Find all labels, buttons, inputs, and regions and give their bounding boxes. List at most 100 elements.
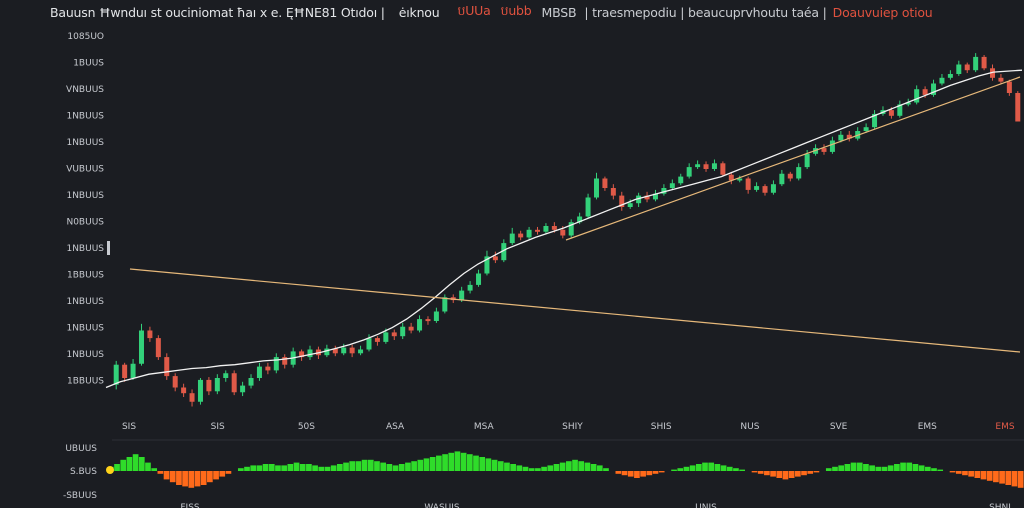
candle-body	[585, 197, 591, 217]
histogram-bar	[590, 464, 597, 471]
time-axis-label: MSA	[474, 422, 495, 432]
histogram-bar	[795, 471, 801, 477]
histogram-bar	[863, 464, 869, 471]
price-axis-label: 1085UO	[67, 32, 104, 42]
histogram-bar	[330, 465, 337, 471]
histogram-bar	[714, 464, 721, 471]
histogram-bar	[114, 464, 120, 471]
histogram-bar	[194, 471, 201, 487]
time-axis-label: ASA	[386, 422, 405, 432]
candle-body	[754, 186, 760, 190]
candle-body	[922, 89, 928, 95]
histogram-bar	[875, 466, 882, 471]
candle-body	[138, 330, 144, 364]
histogram-bar	[473, 455, 479, 471]
histogram-bar	[423, 458, 430, 471]
candle-body	[172, 376, 178, 388]
histogram-bar	[770, 471, 776, 477]
histogram-bar	[962, 471, 968, 476]
histogram-bar	[411, 461, 417, 471]
candle-body	[829, 140, 835, 152]
histogram-bar	[671, 469, 677, 471]
histogram-bar	[268, 464, 275, 471]
candle-body	[181, 387, 187, 394]
candle-body	[189, 393, 195, 402]
header-segment: Doauvuiep otiou	[832, 4, 933, 20]
histogram-bar	[844, 464, 851, 471]
candle-body	[164, 357, 170, 377]
histogram-bar	[448, 452, 455, 471]
candle-body	[147, 330, 153, 339]
oscillator-panel: UBUUS S.BUS -SBUUS FISS WASUIS UNIS SHNI	[63, 444, 1024, 508]
candle-body	[240, 385, 246, 393]
histogram-bar	[825, 468, 832, 471]
histogram-bar	[188, 471, 195, 488]
candle-body	[349, 347, 355, 354]
price-chart[interactable]: 1085UO 1BUUS VNBUUS 1NBUUS 1NBUUS VUBUUS 1NBUU…	[0, 24, 1024, 508]
histogram-bar	[398, 464, 405, 471]
histogram-bar	[683, 466, 690, 471]
histogram-bar	[349, 461, 356, 471]
histogram-bar	[312, 465, 318, 471]
histogram-bar	[584, 462, 591, 471]
histogram-bar	[689, 465, 696, 471]
histogram-bar	[708, 462, 715, 471]
histogram-bar	[454, 451, 461, 471]
histogram-bar	[367, 459, 374, 471]
histogram-bar	[293, 462, 300, 471]
histogram-bar	[894, 464, 900, 471]
candle-body	[358, 349, 364, 354]
candle-body	[973, 56, 979, 71]
candle-body	[425, 319, 431, 322]
histogram-bar	[986, 471, 993, 481]
histogram-bar	[751, 471, 758, 473]
histogram-bar	[726, 466, 733, 471]
candle-body	[779, 173, 785, 185]
histogram-bar	[566, 461, 572, 471]
time-axis-label: SVE	[830, 422, 848, 432]
price-axis-marker	[107, 241, 110, 255]
histogram-bar	[318, 466, 325, 471]
candle-body	[197, 379, 203, 402]
candle-body	[122, 364, 128, 378]
histogram-bar	[559, 462, 566, 471]
time-axis-label: SHIY	[562, 422, 583, 432]
header-segment: បUUa	[457, 2, 491, 18]
histogram-bar	[324, 466, 331, 471]
candle-body	[543, 226, 549, 232]
oscillator-axis-label: UBUUS	[65, 444, 97, 454]
histogram-bar	[504, 462, 510, 471]
histogram-bar	[615, 471, 622, 474]
candle-body	[770, 184, 776, 193]
histogram-bar	[442, 454, 448, 471]
price-axis-label: 1NBUUS	[66, 191, 104, 201]
histogram-bar	[757, 471, 764, 474]
time-axis-label: SIS	[211, 422, 225, 432]
candle-body	[223, 373, 229, 378]
candle-body	[720, 163, 726, 175]
oscillator-bottom-label: SHNI	[989, 503, 1011, 508]
candle-body	[459, 290, 465, 301]
candle-body	[248, 378, 254, 386]
candle-body	[627, 203, 633, 207]
candle-body	[113, 364, 119, 385]
time-axis: SIS SIS 50S ASA MSA SHIY SHIS NUS SVE EMS EMS	[112, 422, 1024, 441]
candle-body	[678, 176, 684, 184]
histogram-bar	[541, 466, 547, 471]
histogram-bar	[596, 465, 603, 471]
candle-body	[695, 164, 701, 168]
histogram-bar	[955, 471, 962, 474]
histogram-bar	[999, 471, 1005, 484]
histogram-bar	[182, 471, 188, 487]
candle-body	[947, 74, 953, 78]
histogram-bar	[869, 465, 875, 471]
histogram-bar	[138, 457, 145, 471]
histogram-bar	[176, 471, 182, 485]
histogram-bar	[646, 471, 653, 476]
histogram-bar	[658, 471, 665, 473]
histogram-bar	[887, 465, 894, 471]
candle-body	[560, 229, 566, 236]
histogram-bar	[553, 464, 560, 471]
histogram-bar	[881, 466, 888, 471]
histogram-bar	[200, 471, 207, 485]
